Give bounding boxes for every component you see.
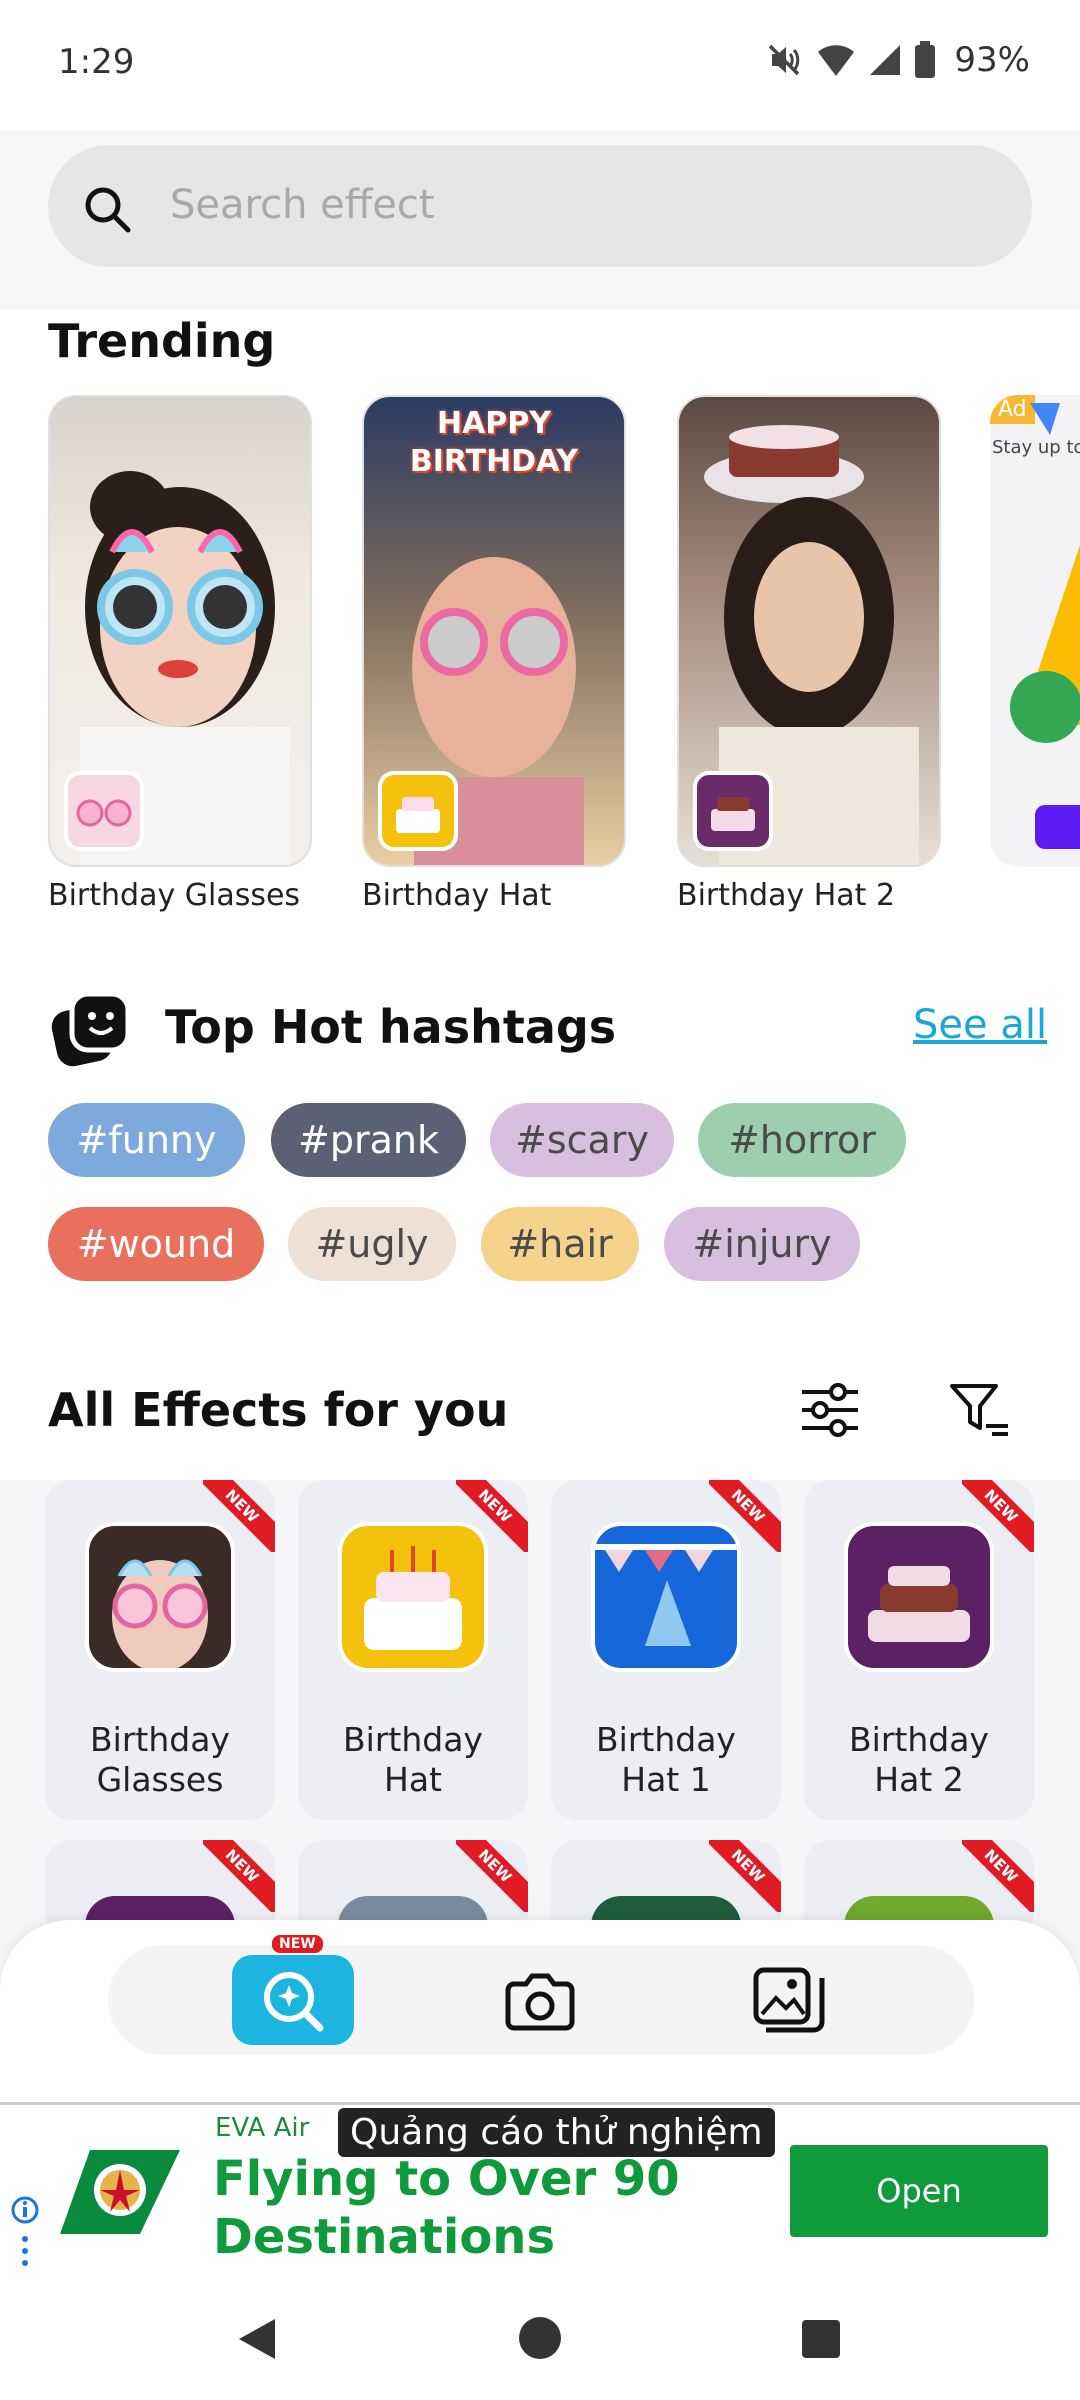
hashtags-title: Top Hot hashtags (165, 1000, 617, 1054)
sliders-icon[interactable] (798, 1378, 862, 1442)
hashtag-scary[interactable]: #scary (490, 1103, 674, 1177)
trending-thumb (693, 771, 773, 851)
ad-headline[interactable]: Flying to Over 90 Destinations (213, 2150, 813, 2266)
camera-icon[interactable] (504, 1966, 576, 2034)
trending-card-birthday-glasses[interactable] (48, 395, 312, 867)
trending-card-birthday-hat[interactable]: HAPPY BIRTHDAY (362, 395, 626, 867)
party-hat-icon (595, 1544, 737, 1646)
wifi-icon (818, 45, 855, 76)
glasses-icon (76, 799, 132, 827)
search-placeholder[interactable]: Search effect (170, 182, 435, 228)
eva-air-logo (60, 2150, 180, 2234)
see-all-link[interactable]: See all (913, 1002, 1047, 1048)
effect-label: Birthday Hat 1 (596, 1720, 736, 1799)
gallery-icon[interactable] (752, 1966, 826, 2036)
new-badge: NEW (272, 1935, 323, 1953)
trending-ad-card[interactable]: Ad Stay up to (990, 395, 1080, 867)
trending-card-birthday-hat-2[interactable] (677, 395, 941, 867)
effect-thumbnail (844, 1522, 994, 1672)
trending-thumb (378, 771, 458, 851)
status-bar: 1:29 93% (0, 0, 1080, 130)
effect-thumbnail (338, 1522, 488, 1672)
back-icon[interactable] (235, 2315, 279, 2363)
effect-thumbnail (85, 1522, 235, 1672)
ad-advertiser: EVA Air (215, 2113, 310, 2143)
hashtag-wound[interactable]: #wound (48, 1207, 264, 1281)
effect-label: Birthday Hat (343, 1720, 483, 1799)
battery-percent: 93% (954, 40, 1030, 80)
hashtag-ugly[interactable]: #ugly (288, 1207, 456, 1281)
status-time: 1:29 (58, 42, 135, 82)
effect-thumbnail (591, 1522, 741, 1672)
nav-search-effects-button[interactable] (232, 1955, 354, 2045)
cake-icon (396, 797, 440, 833)
hashtag-funny[interactable]: #funny (48, 1103, 245, 1177)
effect-label: Birthday Glasses (90, 1720, 230, 1799)
happy-birthday-banner: HAPPY BIRTHDAY (409, 406, 579, 479)
search-icon[interactable] (80, 182, 136, 238)
sparkle-search-icon (264, 1972, 324, 2032)
hashtag-hair[interactable]: #hair (481, 1207, 639, 1281)
cake-icon (711, 797, 755, 831)
all-effects-title: All Effects for you (48, 1383, 509, 1437)
recents-icon[interactable] (800, 2318, 842, 2360)
hashtag-horror[interactable]: #horror (698, 1103, 906, 1177)
google-ads-logo (1010, 403, 1080, 849)
effect-card-birthday-hat-1[interactable]: NEW Birthday Hat 1 (551, 1480, 781, 1820)
home-icon[interactable] (517, 2315, 563, 2361)
mute-icon (769, 44, 800, 76)
test-ad-label: Quảng cáo thử nghiệm (338, 2108, 775, 2157)
filter-icon[interactable] (948, 1380, 1012, 1440)
hashtag-injury[interactable]: #injury (664, 1207, 860, 1281)
effect-label: Birthday Hat 2 (849, 1720, 989, 1799)
status-icons: 93% (764, 40, 1030, 80)
battery-icon (915, 41, 936, 78)
trending-label: Birthday Hat 2 (677, 878, 896, 913)
trending-label: Birthday Glasses (48, 878, 301, 913)
layered-cake-icon (868, 1566, 970, 1642)
effect-card-birthday-hat[interactable]: NEW Birthday Hat (298, 1480, 528, 1820)
effect-card-birthday-hat-2[interactable]: NEW Birthday Hat 2 (804, 1480, 1034, 1820)
hashtag-prank[interactable]: #prank (271, 1103, 466, 1177)
glasses-face-icon (112, 1559, 208, 1668)
ad-info-icon[interactable] (10, 2195, 40, 2275)
trending-thumb (64, 771, 144, 851)
hashtags-icon (51, 991, 131, 1067)
ad-open-button[interactable]: Open (790, 2145, 1048, 2237)
effect-card-birthday-glasses[interactable]: NEW Birthday Glasses (45, 1480, 275, 1820)
trending-title: Trending (48, 314, 276, 368)
birthday-cake-icon (364, 1546, 462, 1650)
trending-label: Birthday Hat (362, 878, 552, 913)
signal-icon (870, 45, 901, 75)
